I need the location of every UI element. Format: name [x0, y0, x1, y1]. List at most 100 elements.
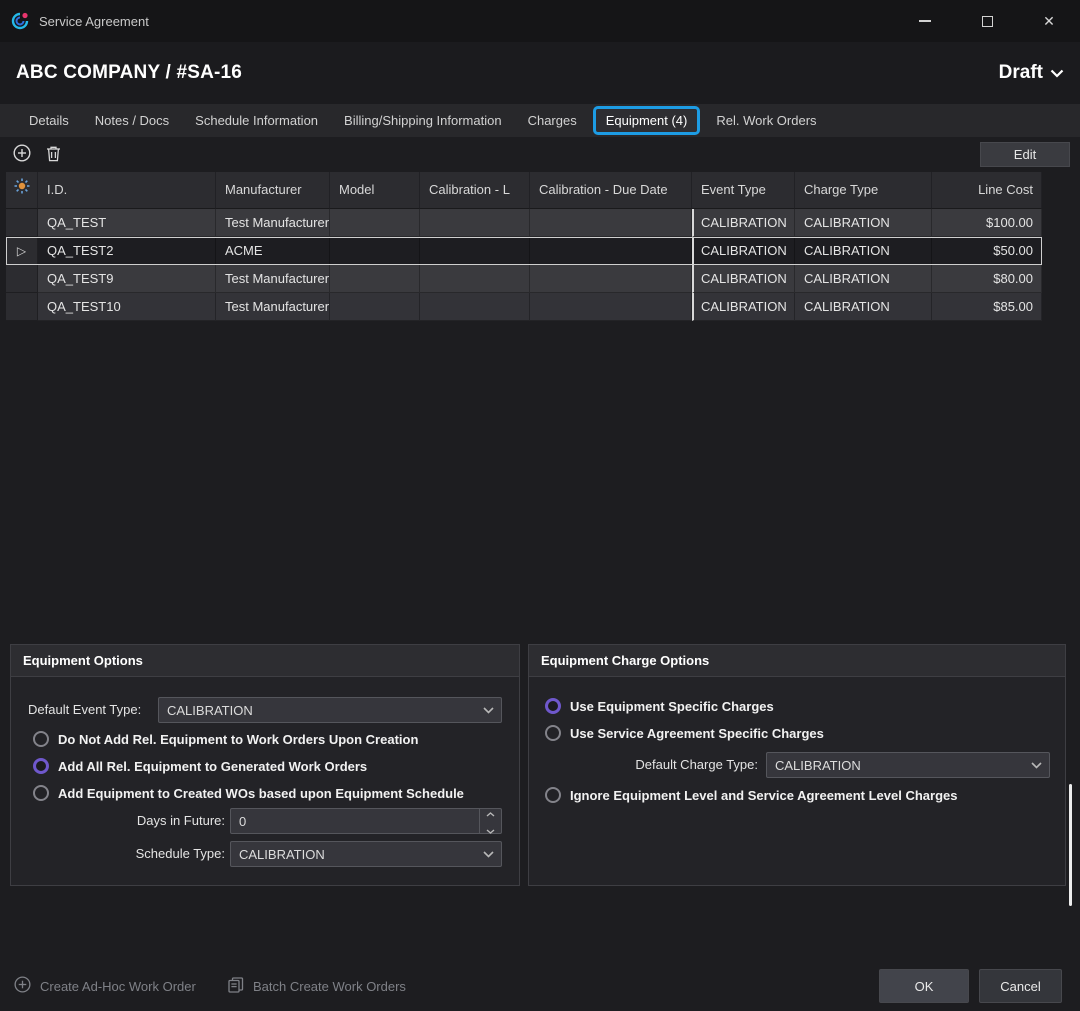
page-title: ABC COMPANY / #SA-16 — [16, 62, 242, 84]
cell-qa-test2-model — [330, 237, 420, 265]
cell-qa-test-manufacturer: Test Manufacturer — [216, 209, 330, 237]
default-charge-type-label: Default Charge Type: — [546, 752, 758, 778]
select-value: CALIBRATION — [775, 758, 1023, 773]
cell-qa-test-id: QA_TEST — [38, 209, 216, 237]
default-event-type-select[interactable]: CALIBRATION — [158, 697, 502, 723]
grid-row-qa-test[interactable]: QA_TESTTest Manufacturer CALIBRATIONCALIB… — [6, 209, 1042, 237]
grid-row-qa-test2[interactable]: ▷QA_TEST2ACMECALIBRATIONCALIBRATION$50.0… — [6, 237, 1042, 265]
radio-button[interactable] — [545, 787, 561, 803]
cell-qa-test10-line_cost: $85.00 — [932, 293, 1042, 321]
scrollbar-thumb[interactable] — [1069, 784, 1072, 906]
maximize-icon — [982, 16, 993, 27]
radio-button-selected[interactable] — [545, 698, 561, 714]
equipment-options-body: Default Event Type: CALIBRATION Days in … — [11, 677, 519, 884]
status-dropdown[interactable]: Draft — [999, 62, 1064, 84]
tab-rel-work-orders[interactable]: Rel. Work Orders — [703, 104, 829, 137]
days-in-future-input[interactable]: 0 — [230, 808, 502, 834]
grid-header-row: I.D.ManufacturerModelCalibration - LCali… — [6, 172, 1042, 209]
days-in-future-value: 0 — [239, 814, 479, 829]
cell-qa-test9-id: QA_TEST9 — [38, 265, 216, 293]
radio-label: Use Service Agreement Specific Charges — [570, 726, 824, 741]
tab-notes-docs[interactable]: Notes / Docs — [82, 104, 182, 137]
tab-details[interactable]: Details — [16, 104, 82, 137]
cell-qa-test10-calibration_last — [420, 293, 530, 321]
minimize-icon — [919, 20, 931, 22]
chevron-down-icon — [1050, 62, 1064, 84]
service-agreement-window: Service Agreement ✕ ABC COMPANY / #SA-16… — [0, 0, 1080, 1011]
ok-button[interactable]: OK — [879, 969, 969, 1003]
column-header-i-d[interactable]: I.D. — [38, 172, 216, 209]
edit-button[interactable]: Edit — [980, 142, 1070, 167]
row-indicator — [6, 209, 38, 237]
batch-documents-icon — [228, 977, 244, 996]
spinner-down-icon[interactable] — [486, 822, 495, 837]
delete-equipment-button[interactable] — [46, 145, 61, 165]
close-button[interactable]: ✕ — [1018, 0, 1080, 42]
radio-add-all-rel-equipment-to-generated-work-orders[interactable]: Add All Rel. Equipment to Generated Work… — [33, 756, 367, 776]
title-bar[interactable]: Service Agreement ✕ — [0, 0, 1080, 42]
radio-use-equipment-specific-charges[interactable]: Use Equipment Specific Charges — [545, 696, 774, 716]
chevron-down-icon — [1023, 753, 1049, 777]
batch-create-work-orders-button[interactable]: Batch Create Work Orders — [228, 969, 406, 1003]
row-indicator — [6, 265, 38, 293]
window-title: Service Agreement — [39, 14, 149, 29]
cell-qa-test9-charge_type: CALIBRATION — [795, 265, 932, 293]
grid-row-qa-test10[interactable]: QA_TEST10Test ManufacturerCALIBRATIONCAL… — [6, 293, 1042, 321]
charge-options-body: Default Charge Type: CALIBRATION Use Equ… — [529, 677, 1065, 884]
cell-qa-test10-manufacturer: Test Manufacturer — [216, 293, 330, 321]
trash-icon — [46, 145, 61, 165]
spinner-up-icon[interactable] — [486, 805, 495, 820]
radio-use-service-agreement-specific-charges[interactable]: Use Service Agreement Specific Charges — [545, 723, 824, 743]
radio-button[interactable] — [33, 785, 49, 801]
days-in-future-spinner[interactable] — [479, 809, 501, 833]
agreement-header: ABC COMPANY / #SA-16 Draft — [0, 42, 1080, 104]
column-header-event-type[interactable]: Event Type — [692, 172, 795, 209]
add-equipment-button[interactable] — [13, 144, 31, 165]
cell-qa-test2-event_type: CALIBRATION — [692, 237, 795, 265]
cell-qa-test9-line_cost: $80.00 — [932, 265, 1042, 293]
tab-charges[interactable]: Charges — [515, 104, 590, 137]
radio-do-not-add-rel-equipment-to-work-orders-upon-creation[interactable]: Do Not Add Rel. Equipment to Work Orders… — [33, 729, 418, 749]
column-header-line-cost[interactable]: Line Cost — [932, 172, 1042, 209]
column-chooser-cell[interactable] — [6, 172, 38, 209]
column-header-model[interactable]: Model — [330, 172, 420, 209]
radio-ignore-equipment-level-and-service-agreement-level-charges[interactable]: Ignore Equipment Level and Service Agree… — [545, 785, 957, 805]
window-controls: ✕ — [894, 0, 1080, 42]
default-event-type-label: Default Event Type: — [28, 697, 141, 723]
cell-qa-test2-line_cost: $50.00 — [932, 237, 1042, 265]
radio-button[interactable] — [33, 731, 49, 747]
maximize-button[interactable] — [956, 0, 1018, 42]
days-in-future-label: Days in Future: — [28, 808, 225, 834]
cell-qa-test10-model — [330, 293, 420, 321]
column-header-manufacturer[interactable]: Manufacturer — [216, 172, 330, 209]
cancel-button[interactable]: Cancel — [979, 969, 1062, 1003]
column-header-calibration-l[interactable]: Calibration - L — [420, 172, 530, 209]
radio-add-equipment-to-created-wos-based-upon-equipment-schedule[interactable]: Add Equipment to Created WOs based upon … — [33, 783, 464, 803]
cell-qa-test2-charge_type: CALIBRATION — [795, 237, 932, 265]
column-header-charge-type[interactable]: Charge Type — [795, 172, 932, 209]
cell-qa-test-calibration_last — [420, 209, 530, 237]
schedule-type-select[interactable]: CALIBRATION — [230, 841, 502, 867]
create-adhoc-work-order-button[interactable]: Create Ad-Hoc Work Order — [14, 969, 196, 1003]
radio-button[interactable] — [545, 725, 561, 741]
tab-billing-shipping-information[interactable]: Billing/Shipping Information — [331, 104, 515, 137]
cell-qa-test2-calibration_last — [420, 237, 530, 265]
default-charge-type-select[interactable]: CALIBRATION — [766, 752, 1050, 778]
grid-row-qa-test9[interactable]: QA_TEST9Test ManufacturerCALIBRATIONCALI… — [6, 265, 1042, 293]
tab-schedule-information[interactable]: Schedule Information — [182, 104, 331, 137]
button-label: Batch Create Work Orders — [253, 979, 406, 994]
cell-qa-test-calibration_due — [530, 209, 692, 237]
tab-bar: DetailsNotes / DocsSchedule InformationB… — [0, 104, 1080, 137]
radio-button-selected[interactable] — [33, 758, 49, 774]
column-header-calibration-due-date[interactable]: Calibration - Due Date — [530, 172, 692, 209]
cell-qa-test-charge_type: CALIBRATION — [795, 209, 932, 237]
minimize-button[interactable] — [894, 0, 956, 42]
cell-qa-test9-calibration_last — [420, 265, 530, 293]
tab-equipment-4[interactable]: Equipment (4) — [593, 106, 701, 135]
cell-qa-test-event_type: CALIBRATION — [692, 209, 795, 237]
plus-circle-icon — [13, 144, 31, 165]
cell-qa-test2-manufacturer: ACME — [216, 237, 330, 265]
button-label: Create Ad-Hoc Work Order — [40, 979, 196, 994]
radio-label: Add Equipment to Created WOs based upon … — [58, 786, 464, 801]
radio-label: Do Not Add Rel. Equipment to Work Orders… — [58, 732, 418, 747]
